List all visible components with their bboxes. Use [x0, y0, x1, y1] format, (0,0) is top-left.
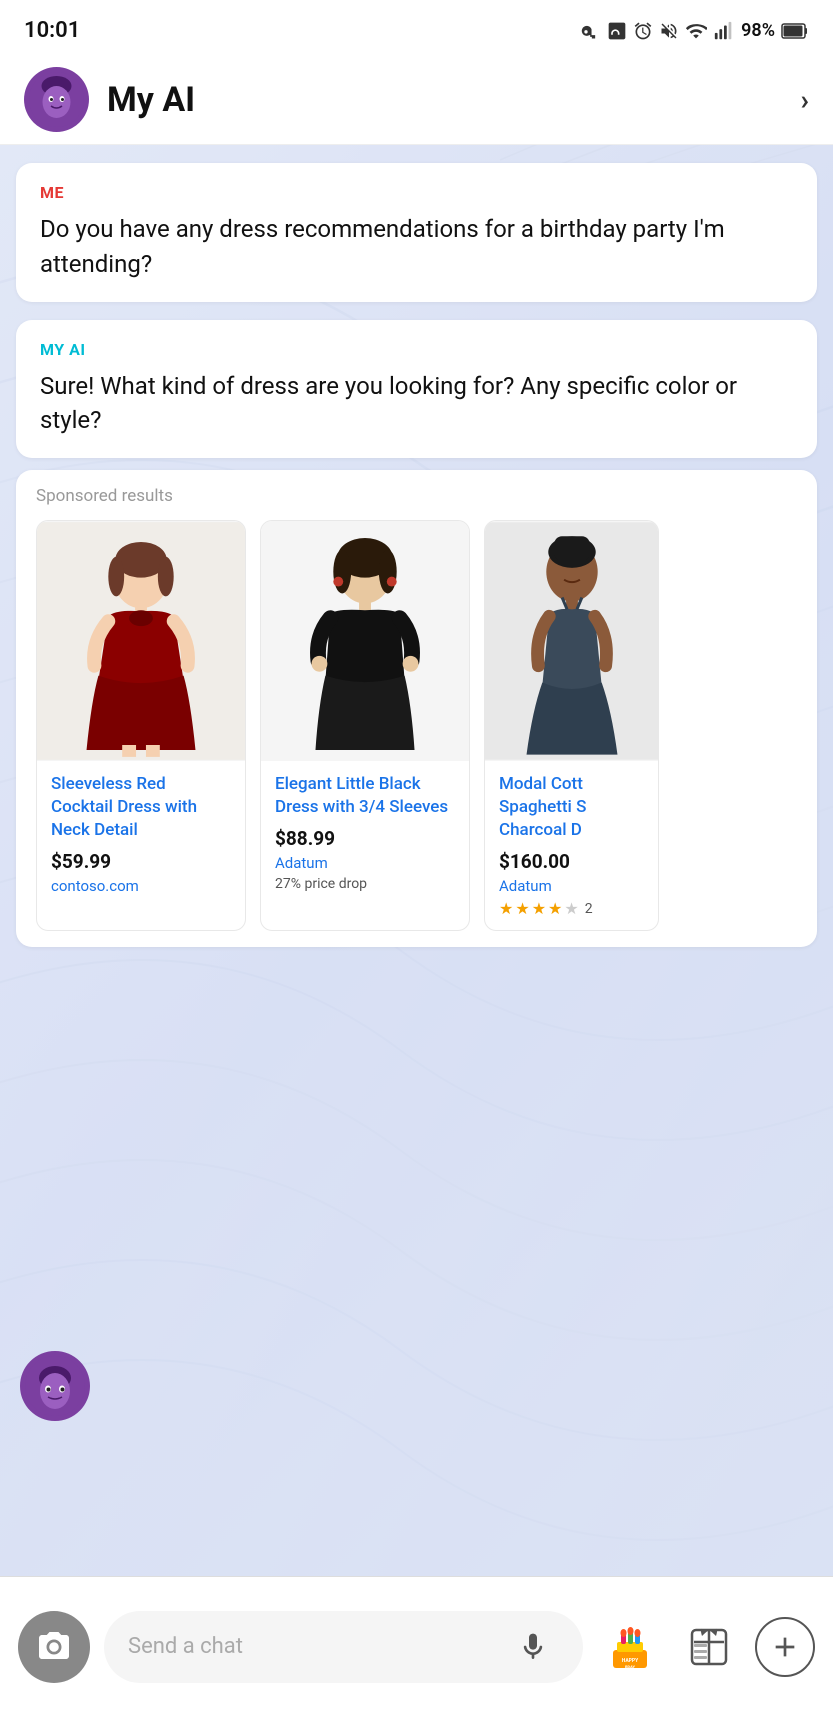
sticker-button[interactable]: HAPPY BDAY	[597, 1614, 662, 1679]
product-image-2	[261, 521, 469, 761]
message-text-ai: Sure! What kind of dress are you looking…	[40, 369, 793, 439]
product-price-3: $160.00	[499, 850, 644, 873]
product-image-3	[485, 521, 658, 761]
bottom-ai-avatar	[20, 1351, 90, 1421]
battery-percent: 98%	[741, 20, 775, 41]
camera-button[interactable]	[18, 1611, 90, 1683]
wifi-icon	[685, 20, 707, 42]
product-name-1: Sleeveless Red Cocktail Dress with Neck …	[51, 773, 231, 842]
product-info-3: Modal Cott Spaghetti S Charcoal D $160.0…	[485, 761, 658, 930]
status-icons: 98%	[581, 20, 809, 42]
header-chevron[interactable]: ›	[801, 83, 809, 116]
chat-input-placeholder: Send a chat	[128, 1634, 507, 1659]
mute-icon	[659, 21, 679, 41]
avatar	[24, 67, 89, 132]
product-info-1: Sleeveless Red Cocktail Dress with Neck …	[37, 761, 245, 911]
product-card-1[interactable]: Sleeveless Red Cocktail Dress with Neck …	[36, 520, 246, 931]
gift-button[interactable]	[676, 1614, 741, 1679]
header: My AI ›	[0, 55, 833, 145]
header-title: My AI	[107, 80, 801, 120]
battery-icon	[781, 20, 809, 42]
star-3: ★	[532, 899, 546, 918]
product-store-1: contoso.com	[51, 877, 231, 895]
product-price-2: $88.99	[275, 827, 455, 850]
chat-area: ME Do you have any dress recommendations…	[0, 145, 833, 1576]
message-label-me: ME	[40, 183, 793, 202]
nfc-icon	[607, 21, 627, 41]
svg-text:BDAY: BDAY	[624, 1664, 635, 1669]
product-name-2: Elegant Little Black Dress with 3/4 Slee…	[275, 773, 455, 819]
product-price-1: $59.99	[51, 850, 231, 873]
star-5: ★	[564, 899, 578, 918]
sponsored-section: Sponsored results	[16, 470, 817, 947]
product-store-2: Adatum	[275, 854, 455, 872]
product-card-2[interactable]: Elegant Little Black Dress with 3/4 Slee…	[260, 520, 470, 931]
message-label-ai: MY AI	[40, 340, 793, 359]
message-ai: MY AI Sure! What kind of dress are you l…	[16, 320, 817, 459]
star-count: 2	[585, 901, 593, 917]
product-row: Sleeveless Red Cocktail Dress with Neck …	[36, 520, 797, 931]
chat-input-wrapper[interactable]: Send a chat	[104, 1611, 583, 1683]
add-button[interactable]	[755, 1617, 815, 1677]
mic-button[interactable]	[507, 1621, 559, 1673]
product-badge-2: 27% price drop	[275, 876, 455, 892]
product-info-2: Elegant Little Black Dress with 3/4 Slee…	[261, 761, 469, 904]
key-icon	[581, 21, 601, 41]
product-store-3: Adatum	[499, 877, 644, 895]
message-me: ME Do you have any dress recommendations…	[16, 163, 817, 302]
status-time: 10:01	[24, 18, 80, 43]
bottom-bar: Send a chat HAPPY	[0, 1576, 833, 1716]
status-bar: 10:01 98%	[0, 0, 833, 55]
signal-icon	[713, 20, 735, 42]
sponsored-label: Sponsored results	[36, 486, 797, 506]
star-2: ★	[515, 899, 529, 918]
message-text-me: Do you have any dress recommendations fo…	[40, 212, 793, 282]
product-card-3[interactable]: Modal Cott Spaghetti S Charcoal D $160.0…	[484, 520, 659, 931]
star-1: ★	[499, 899, 513, 918]
star-4: ★	[548, 899, 562, 918]
alarm-icon	[633, 21, 653, 41]
product-name-3: Modal Cott Spaghetti S Charcoal D	[499, 773, 644, 842]
product-image-1	[37, 521, 245, 761]
product-stars-3: ★ ★ ★ ★ ★ 2	[499, 899, 644, 918]
